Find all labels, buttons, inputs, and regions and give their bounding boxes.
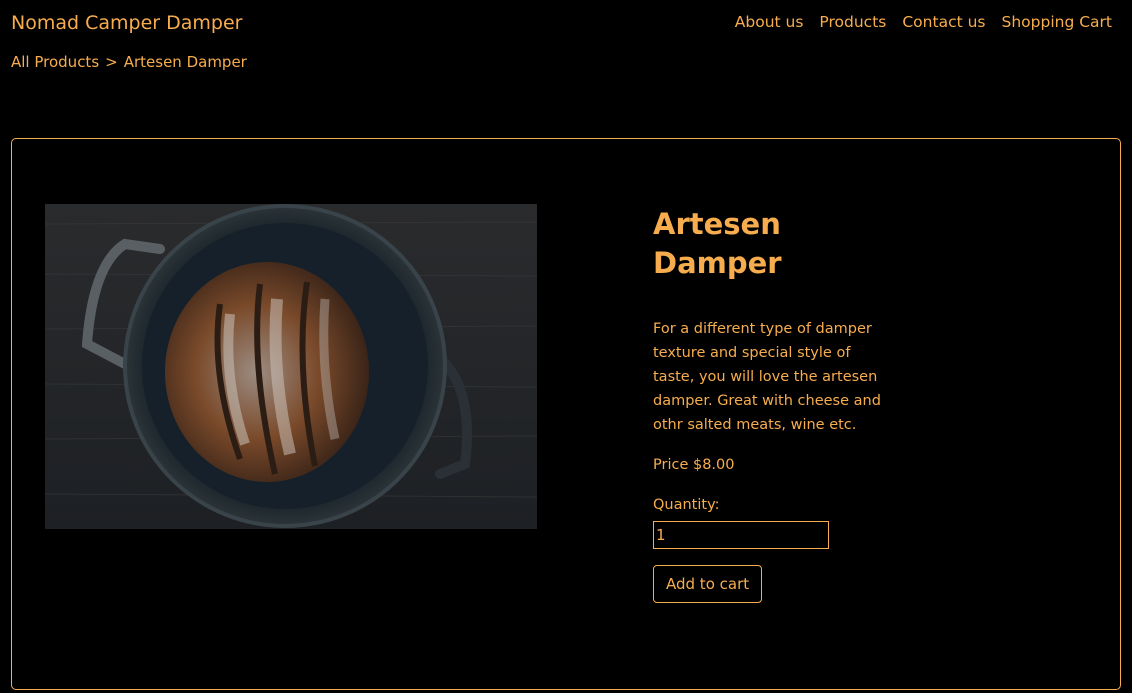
- product-image: [45, 204, 537, 529]
- nav-shopping-cart[interactable]: Shopping Cart: [1002, 13, 1113, 31]
- product-title: Artesen Damper: [653, 207, 782, 280]
- product-description: For a different type of damper texture a…: [653, 321, 881, 433]
- breadcrumb-current: Artesen Damper: [123, 53, 247, 71]
- product-price: Price $8.00: [653, 457, 735, 473]
- nav-contact-us[interactable]: Contact us: [902, 13, 985, 31]
- breadcrumb-all-products[interactable]: All Products: [11, 53, 99, 71]
- brand-link[interactable]: Nomad Camper Damper: [11, 12, 242, 34]
- quantity-input[interactable]: [653, 521, 829, 549]
- nav-products[interactable]: Products: [819, 13, 886, 31]
- damper-bread-icon: [45, 204, 537, 529]
- product-card: Artesen Damper For a different type of d…: [11, 138, 1121, 690]
- quantity-label: Quantity:: [653, 497, 720, 513]
- nav-about-us[interactable]: About us: [735, 13, 804, 31]
- main-nav: About us Products Contact us Shopping Ca…: [735, 13, 1112, 31]
- site-header: Nomad Camper Damper About us Products Co…: [0, 0, 1132, 46]
- product-info: Artesen Damper For a different type of d…: [653, 205, 893, 603]
- breadcrumb: All Products > Artesen Damper: [11, 53, 247, 71]
- breadcrumb-separator: >: [105, 53, 118, 71]
- add-to-cart-button[interactable]: Add to cart: [653, 565, 763, 603]
